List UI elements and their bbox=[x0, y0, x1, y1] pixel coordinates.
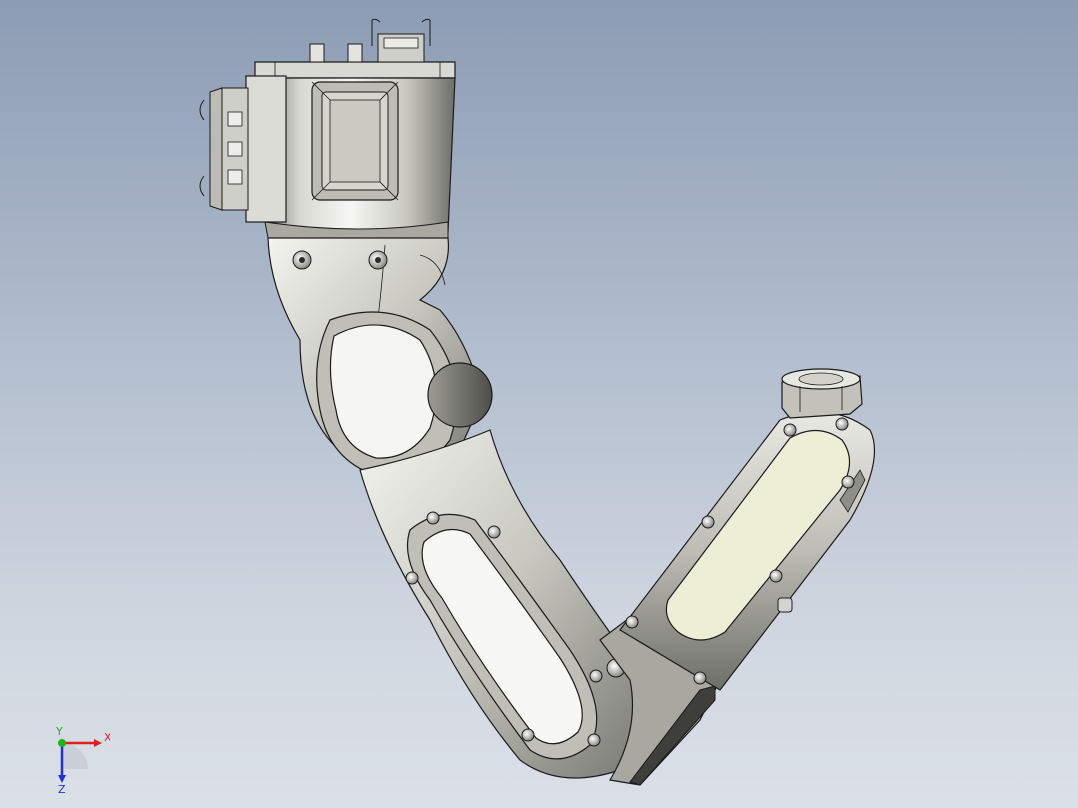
x-axis-label: X bbox=[104, 731, 110, 744]
tool-flange[interactable] bbox=[781, 368, 863, 419]
y-axis-dot bbox=[58, 739, 66, 747]
y-axis-label: Y bbox=[55, 725, 63, 738]
top-connector bbox=[371, 18, 431, 63]
base-cover-panel bbox=[311, 81, 399, 201]
cad-viewport[interactable]: X Y Z bbox=[0, 0, 1078, 808]
triad-plane bbox=[62, 743, 88, 769]
forearm-link[interactable] bbox=[359, 429, 639, 779]
outer-link[interactable] bbox=[619, 411, 876, 691]
robot-arm-model[interactable] bbox=[0, 0, 1078, 808]
coordinate-triad: X Y Z bbox=[55, 725, 110, 795]
side-connector-box bbox=[199, 75, 287, 223]
x-axis-arrowhead bbox=[94, 739, 102, 747]
z-axis-label: Z bbox=[58, 783, 66, 795]
base-housing[interactable] bbox=[199, 18, 456, 245]
z-axis-arrowhead bbox=[58, 775, 66, 783]
